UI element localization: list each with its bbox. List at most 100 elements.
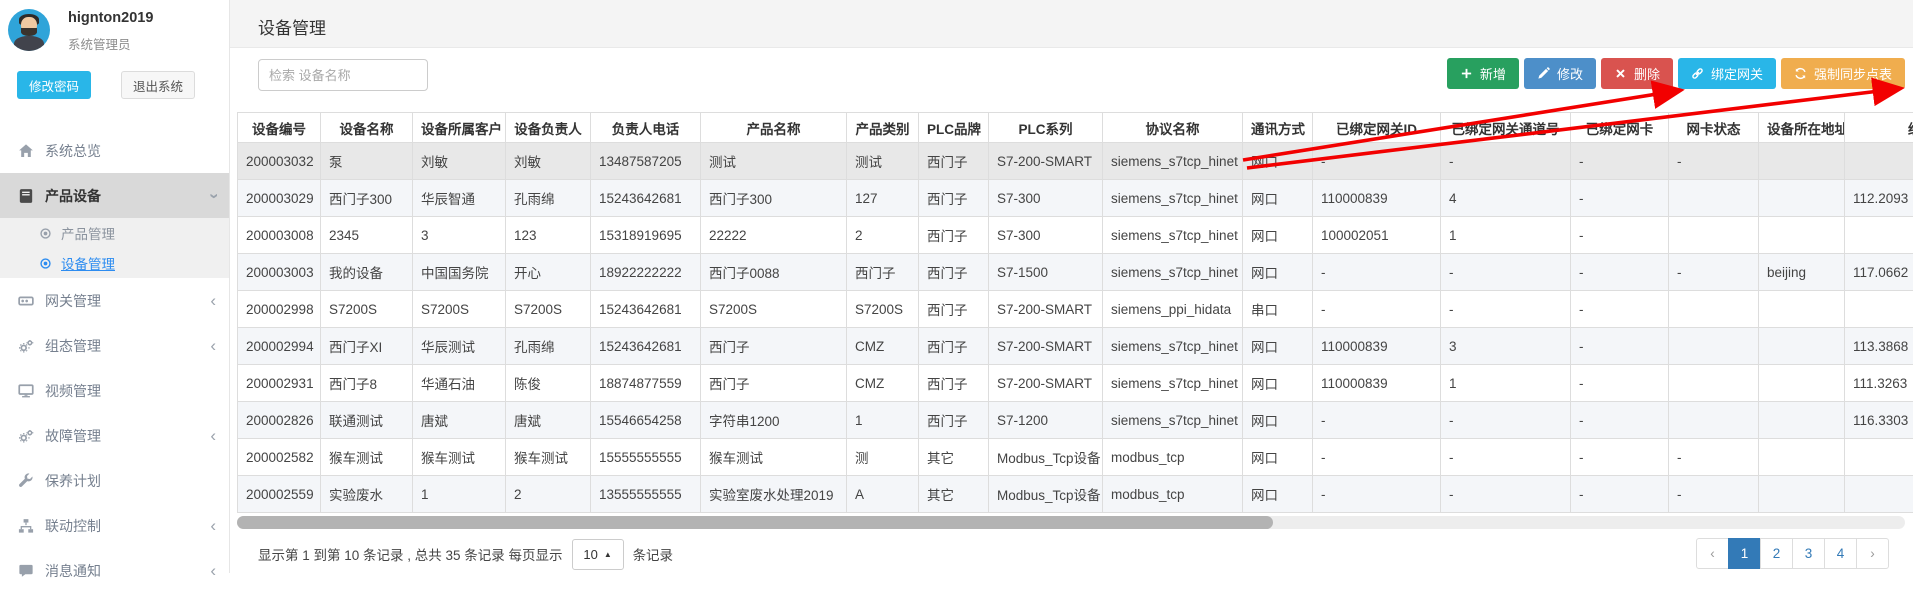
sidebar-item-config-management[interactable]: 组态管理‹ — [0, 323, 229, 368]
table-cell: 网口 — [1243, 143, 1313, 180]
table-cell: CMZ — [847, 365, 919, 402]
horizontal-scrollbar-thumb[interactable] — [237, 516, 1273, 529]
chevron-left-icon: ‹ — [210, 425, 216, 447]
pagination-page-4[interactable]: 4 — [1824, 538, 1857, 569]
table-row[interactable]: 200002826联通测试唐斌唐斌15546654258字符串12001西门子S… — [238, 402, 1913, 439]
add-button[interactable]: 新增 — [1447, 58, 1519, 89]
sidebar-item-linkage-control[interactable]: 联动控制‹ — [0, 503, 229, 548]
sidebar-item-label: 网关管理 — [45, 291, 101, 311]
table-cell: S7-200-SMART — [989, 328, 1103, 365]
table-cell: 200002826 — [238, 402, 321, 439]
bind-gateway-button[interactable]: 绑定网关 — [1678, 58, 1776, 89]
table-cell — [1669, 180, 1759, 217]
plus-icon — [1460, 67, 1473, 80]
sidebar-item-label: 故障管理 — [45, 426, 101, 446]
table-cell: 唐斌 — [506, 402, 591, 439]
device-table-wrap: 设备编号设备名称设备所属客户设备负责人负责人电话产品名称产品类别PLC品牌PLC… — [237, 112, 1913, 513]
table-cell: 13487587205 — [591, 143, 701, 180]
table-cell: 西门子8 — [321, 365, 413, 402]
table-cell: siemens_s7tcp_hinet — [1103, 402, 1243, 439]
table-cell: S7-1500 — [989, 254, 1103, 291]
pagination-page-2[interactable]: 2 — [1760, 538, 1793, 569]
column-header: 负责人电话 — [591, 113, 701, 143]
table-cell: - — [1571, 291, 1669, 328]
sidebar-item-fault-management[interactable]: 故障管理 ‹ — [0, 413, 229, 458]
gears-icon — [18, 428, 34, 444]
table-cell: 华通石油 — [413, 365, 506, 402]
table-row[interactable]: 200002931西门子8华通石油陈俊18874877559西门子CMZ西门子S… — [238, 365, 1913, 402]
table-cell: - — [1571, 402, 1669, 439]
table-cell: 13555555555 — [591, 476, 701, 513]
sidebar-item-label: 产品设备 — [45, 186, 101, 206]
search-input[interactable] — [258, 59, 428, 91]
sidebar: hignton2019 系统管理员 修改密码 退出系统 系统总览产品设备‹产品管… — [0, 0, 230, 573]
table-row[interactable]: 200002994西门子XI华辰测试孔雨绵15243642681西门子CMZ西门… — [238, 328, 1913, 365]
table-cell: 22222 — [701, 217, 847, 254]
table-cell: 200002994 — [238, 328, 321, 365]
table-cell: beijing — [1759, 254, 1845, 291]
records-summary: 显示第 1 到第 10 条记录 , 总共 35 条记录 每页显示 10 ▲ 条记… — [258, 535, 673, 573]
table-row[interactable]: 2000030082345312315318919695222222西门子S7-… — [238, 217, 1913, 254]
table-cell: 网口 — [1243, 328, 1313, 365]
table-cell: 127 — [847, 180, 919, 217]
pagination-next[interactable]: › — [1856, 538, 1889, 569]
sidebar-item-product-management[interactable]: 产品管理 — [0, 218, 229, 248]
sidebar-item-gateway-management[interactable]: 网关管理 ‹ — [0, 278, 229, 323]
dot-circle-icon — [39, 257, 52, 270]
table-row[interactable]: 200002559实验废水1213555555555实验室废水处理2019A其它… — [238, 476, 1913, 513]
table-cell: 泵 — [321, 143, 413, 180]
table-cell: S7-200-SMART — [989, 143, 1103, 180]
table-cell: 中国国务院 — [413, 254, 506, 291]
table-row[interactable]: 200002998S7200SS7200SS7200S15243642681S7… — [238, 291, 1913, 328]
horizontal-scrollbar-track[interactable] — [237, 516, 1905, 529]
sidebar-item-video-management[interactable]: 视频管理 — [0, 368, 229, 413]
edit-button[interactable]: 修改 — [1524, 58, 1596, 89]
sidebar-item-product-device[interactable]: 产品设备‹ — [0, 173, 229, 218]
column-header: 已绑定网卡 — [1571, 113, 1669, 143]
page-size-select[interactable]: 10 ▲ — [572, 539, 624, 570]
table-cell: 200002931 — [238, 365, 321, 402]
table-cell: - — [1669, 254, 1759, 291]
table-cell: 开心 — [506, 254, 591, 291]
table-cell: 测试 — [847, 143, 919, 180]
table-cell: S7200S — [321, 291, 413, 328]
pagination-prev[interactable]: ‹ — [1696, 538, 1729, 569]
table-row[interactable]: 200003029西门子300华辰智通孔雨绵15243642681西门子3001… — [238, 180, 1913, 217]
force-sync-button[interactable]: 强制同步点表 — [1781, 58, 1905, 89]
change-password-button[interactable]: 修改密码 — [17, 71, 91, 99]
table-cell: 实验室废水处理2019 — [701, 476, 847, 513]
column-header: 通讯方式 — [1243, 113, 1313, 143]
sidebar-item-maintenance-plan[interactable]: 保养计划 — [0, 458, 229, 503]
table-cell: A — [847, 476, 919, 513]
table-cell: 西门子0088 — [701, 254, 847, 291]
table-cell: 西门子 — [701, 328, 847, 365]
username: hignton2019 — [68, 10, 153, 26]
table-cell — [1845, 476, 1913, 513]
sidebar-item-device-management[interactable]: 设备管理 — [0, 248, 229, 278]
chevron-left-icon: ‹ — [210, 290, 216, 312]
table-cell: 猴车测试 — [701, 439, 847, 476]
table-row[interactable]: 200002582猴车测试猴车测试猴车测试15555555555猴车测试测其它M… — [238, 439, 1913, 476]
sidebar-item-system-overview[interactable]: 系统总览 — [0, 128, 229, 173]
logout-button[interactable]: 退出系统 — [121, 71, 195, 99]
pagination-page-3[interactable]: 3 — [1792, 538, 1825, 569]
table-cell: - — [1571, 217, 1669, 254]
table-cell: - — [1571, 365, 1669, 402]
table-row[interactable]: 200003003我的设备中国国务院开心18922222222西门子0088西门… — [238, 254, 1913, 291]
monitor-icon — [18, 383, 34, 399]
table-cell: 200003003 — [238, 254, 321, 291]
table-cell: 117.0662 — [1845, 254, 1913, 291]
table-cell: - — [1313, 439, 1441, 476]
sidebar-item-message-notification[interactable]: 消息通知‹ — [0, 548, 229, 593]
table-cell: 联通测试 — [321, 402, 413, 439]
sidebar-item-label: 系统总览 — [45, 141, 101, 161]
sidebar-item-label: 联动控制 — [45, 516, 101, 536]
table-cell: S7-1200 — [989, 402, 1103, 439]
pagination-page-1[interactable]: 1 — [1728, 538, 1761, 569]
table-cell: - — [1571, 143, 1669, 180]
table-cell: - — [1571, 476, 1669, 513]
delete-button[interactable]: 删除 — [1601, 58, 1673, 89]
book-icon — [18, 188, 34, 204]
table-row[interactable]: 200003032泵刘敏刘敏13487587205测试测试西门子S7-200-S… — [238, 143, 1913, 180]
link-icon — [1691, 67, 1704, 80]
